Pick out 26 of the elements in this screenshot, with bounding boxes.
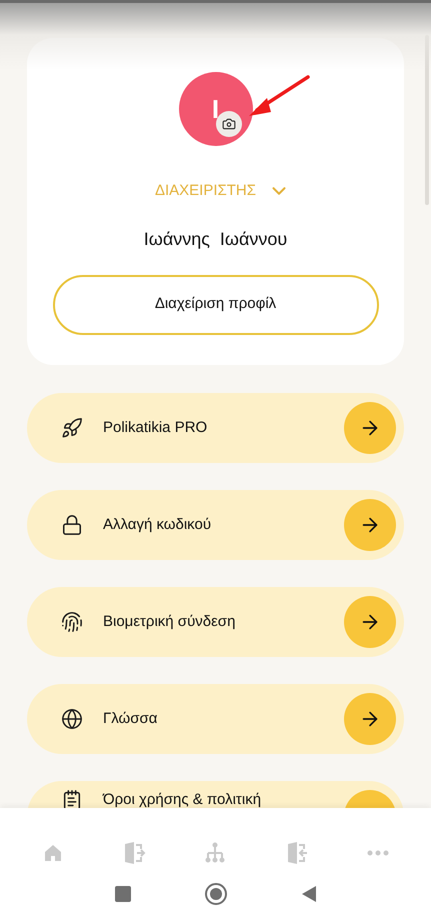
menu-label: Όροι χρήσης & πολιτική <box>103 790 262 808</box>
menu-label: Polikatikia PRO <box>103 418 208 438</box>
menu-row[interactable]: Polikatikia PRO <box>27 393 404 463</box>
back-button[interactable] <box>300 885 316 903</box>
menu-label: Βιομετρική σύνδεση <box>103 612 236 632</box>
globe-icon <box>61 708 83 730</box>
fingerprint-icon <box>61 611 83 633</box>
menu-row[interactable]: Βιομετρική σύνδεση <box>27 587 404 657</box>
arrow-button[interactable] <box>344 499 396 551</box>
lock-icon <box>61 514 83 536</box>
recents-button[interactable] <box>114 886 130 902</box>
avatar: I <box>178 72 252 146</box>
camera-icon <box>222 117 236 131</box>
rocket-icon <box>61 417 83 439</box>
arrow-button[interactable] <box>344 402 396 454</box>
menu-row[interactable]: Αλλαγή κωδικού <box>27 490 404 560</box>
menu-label: Αλλαγή κωδικού <box>103 514 212 535</box>
manage-profile-button[interactable]: Διαχείριση προφίλ <box>52 274 378 334</box>
arrow-button[interactable] <box>344 693 396 745</box>
document-icon <box>61 789 83 808</box>
home-button[interactable] <box>204 883 226 905</box>
user-name: Ιωάννης Ιωάννου <box>144 228 288 251</box>
arrow-button[interactable] <box>344 596 396 648</box>
menu-row[interactable]: Γλώσσα <box>27 684 404 754</box>
menu-row[interactable]: Όροι χρήσης & πολιτική <box>27 781 404 808</box>
menu-label: Γλώσσα <box>103 708 158 729</box>
